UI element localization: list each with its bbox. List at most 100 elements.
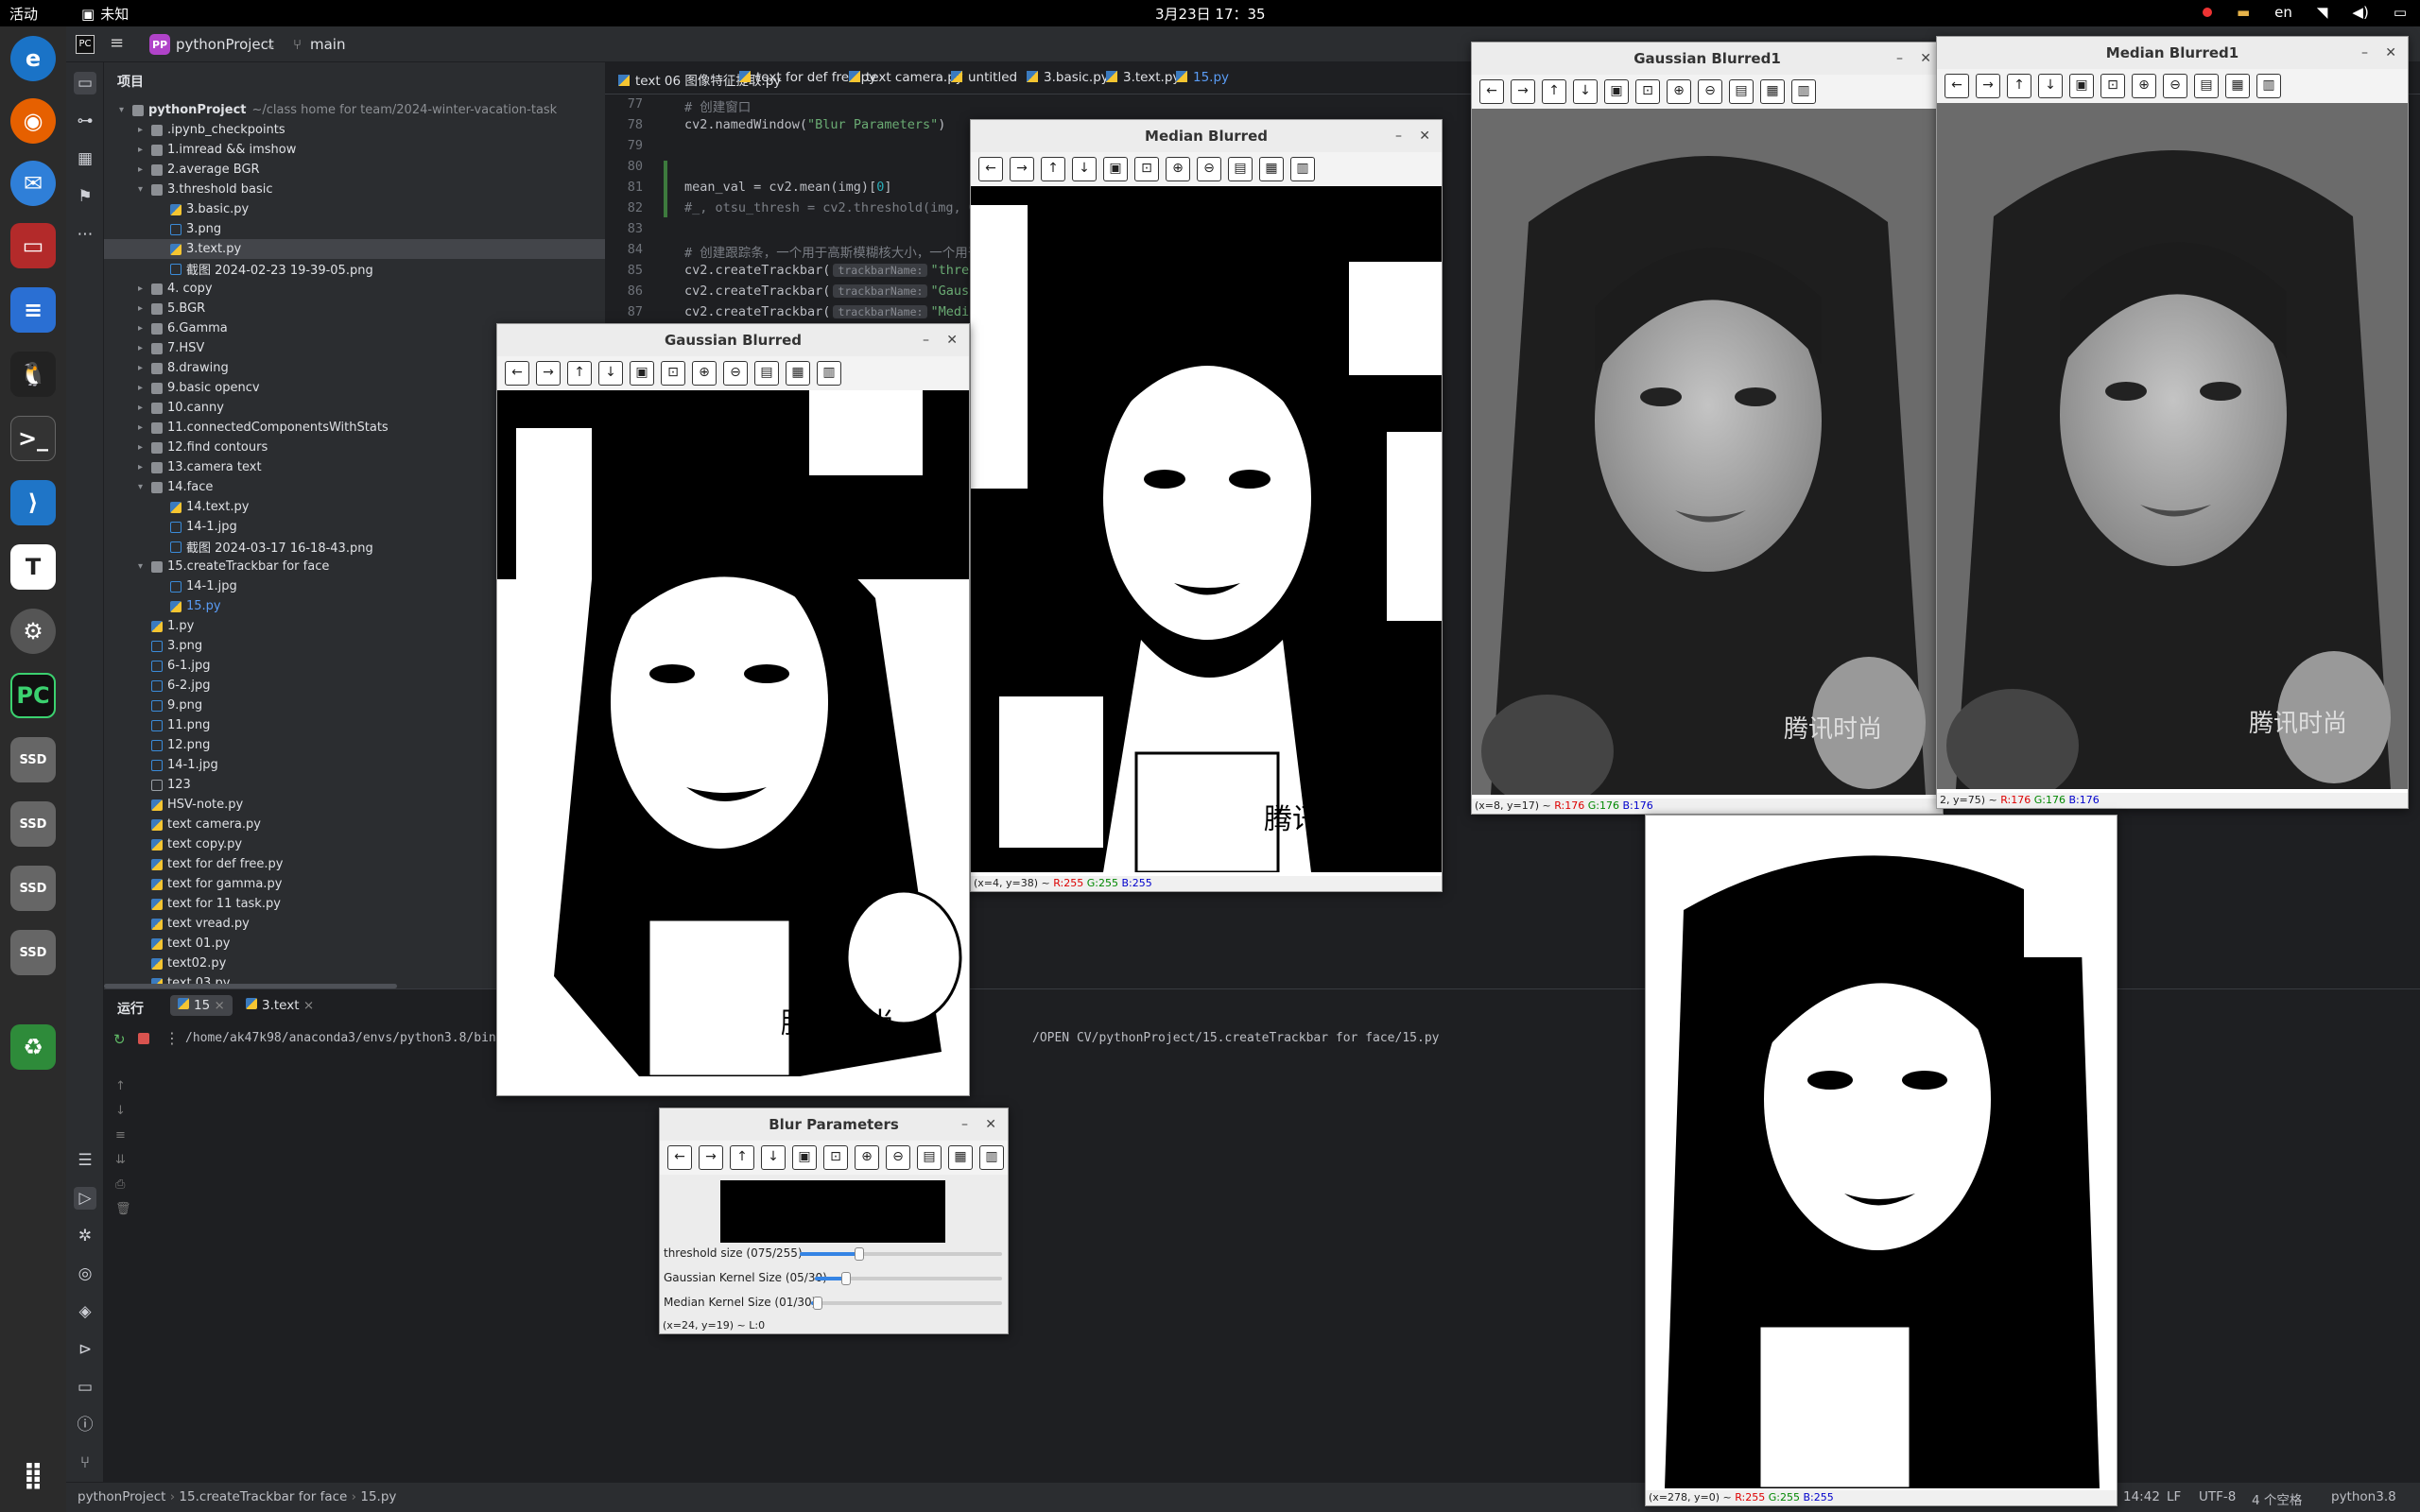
tree-item[interactable]: 3.basic.py [104,199,605,219]
settings-gear-icon[interactable]: ⚙ [10,609,56,654]
caret-position[interactable]: 14:42 [2123,1489,2160,1504]
trackbar-handle[interactable] [812,1297,822,1310]
close-icon[interactable]: × [303,998,314,1013]
trackbar[interactable] [815,1272,1002,1285]
scroll-end-icon[interactable]: ⇊ [115,1148,131,1173]
run-icon[interactable]: ▷ [74,1187,96,1210]
stop-icon[interactable] [138,1033,149,1044]
chevron-icon[interactable]: ▸ [138,363,151,373]
zoom-out-icon[interactable]: ⊖ [723,361,748,386]
arrow-down-icon[interactable]: ↓ [2038,74,2063,98]
minimize-icon[interactable]: – [1395,120,1402,152]
zoom-original-icon[interactable]: ⊡ [1635,79,1660,104]
save-icon[interactable]: ▤ [917,1145,942,1170]
properties-icon[interactable]: ▥ [979,1145,1004,1170]
zoom-out-icon[interactable]: ⊖ [1698,79,1722,104]
zoom-fit-icon[interactable]: ▣ [1604,79,1629,104]
zoom-in-icon[interactable]: ⊕ [1166,157,1190,181]
app-grid-icon[interactable]: ⣿ [10,1452,56,1497]
arrow-up-icon[interactable]: ↑ [567,361,592,386]
project-folder-icon[interactable]: ▭ [74,72,96,94]
pycharm-icon[interactable]: PC [10,673,56,718]
chevron-icon[interactable]: ▸ [138,303,151,314]
window-title[interactable]: Gaussian Blurred [497,324,969,356]
indent-setting[interactable]: 4 个空格 [2252,1489,2302,1508]
pycharm-logo-icon[interactable]: PC [76,35,95,54]
drive-ssd-icon[interactable]: SSD [10,801,56,847]
trackbar-handle[interactable] [841,1272,851,1285]
terminal-icon[interactable]: >_ [10,416,56,461]
arrow-up-icon[interactable]: ↑ [2007,74,2031,98]
interpreter[interactable]: python3.8 [2331,1489,2396,1504]
run-tab-15[interactable]: 15 × [170,995,233,1016]
typora-icon[interactable]: T [10,544,56,590]
zoom-original-icon[interactable]: ⊡ [1134,157,1159,181]
debug-icon[interactable]: ✲ [74,1225,96,1247]
median-gray-image[interactable]: 腾讯时尚 [1937,103,2408,789]
arrow-right-icon[interactable]: → [1511,79,1535,104]
arrow-right-icon[interactable]: → [1010,157,1034,181]
trash-icon[interactable]: ♻ [10,1024,56,1070]
tree-item[interactable]: 3.png [104,219,605,239]
zoom-fit-icon[interactable]: ▣ [1103,157,1128,181]
project-pane-title[interactable]: 项目 [117,72,144,91]
chevron-icon[interactable]: ▸ [138,145,151,155]
drive-ssd-icon[interactable]: SSD [10,737,56,782]
console-output[interactable]: /home/ak47k98/anaconda3/envs/python3.8/b… [185,1031,526,1045]
save-icon[interactable]: ▤ [1729,79,1754,104]
window-title[interactable]: Median Blurred1 [1937,37,2408,69]
zoom-original-icon[interactable]: ⊡ [823,1145,848,1170]
drive-ssd-icon[interactable]: SSD [10,866,56,911]
minimize-icon[interactable]: – [1896,43,1903,75]
save-icon[interactable]: ▤ [2194,74,2219,98]
soft-wrap-icon[interactable]: ≡ [115,1124,131,1148]
copy-icon[interactable]: ▦ [2225,74,2250,98]
properties-icon[interactable]: ▥ [1791,79,1816,104]
chevron-icon[interactable]: ▸ [138,284,151,294]
edge-browser-icon[interactable]: e [10,36,56,81]
chevron-icon[interactable]: ▾ [138,184,151,195]
zoom-out-icon[interactable]: ⊖ [1197,157,1221,181]
save-icon[interactable]: ▤ [754,361,779,386]
editor-tab[interactable]: 3.text.py [1106,70,1180,85]
close-icon[interactable]: ✕ [1920,43,1931,75]
chevron-icon[interactable]: ▸ [138,164,151,175]
branch-switcher[interactable]: main [310,36,345,53]
close-icon[interactable]: ✕ [2385,37,2396,69]
chevron-icon[interactable]: ▸ [138,383,151,393]
chevron-icon[interactable]: ▸ [138,343,151,353]
arrow-down-icon[interactable]: ↓ [1072,157,1097,181]
properties-icon[interactable]: ▥ [1290,157,1315,181]
app-menu[interactable]: ▣ 未知 [81,4,129,24]
tree-item[interactable]: ▸ 2.average BGR [104,160,605,180]
chevron-icon[interactable]: ▸ [138,462,151,472]
close-icon[interactable]: ✕ [1419,120,1430,152]
print-icon[interactable]: ⎙ [115,1173,131,1197]
activities-button[interactable]: 活动 [9,4,38,24]
services-icon[interactable]: ◎ [74,1263,96,1285]
zoom-original-icon[interactable]: ⊡ [2100,74,2125,98]
arrow-down-icon[interactable]: ↓ [115,1099,131,1124]
run-tab-3text[interactable]: 3.text × [246,998,314,1013]
chevron-icon[interactable]: ▸ [138,422,151,433]
save-icon[interactable]: ▤ [1228,157,1253,181]
properties-icon[interactable]: ▥ [817,361,841,386]
minimize-icon[interactable]: – [2361,37,2368,69]
chevron-icon[interactable]: ▾ [138,561,151,572]
breadcrumb-file[interactable]: 15.py [360,1489,396,1504]
arrow-right-icon[interactable]: → [1976,74,2000,98]
properties-icon[interactable]: ▥ [2256,74,2281,98]
breadcrumb-project[interactable]: pythonProject [78,1489,165,1504]
problems-icon[interactable]: ⓘ [74,1414,96,1436]
clock[interactable]: 3月23日 17：35 [1155,4,1266,24]
window-title[interactable]: Gaussian Blurred1 [1472,43,1943,75]
zoom-in-icon[interactable]: ⊕ [1667,79,1691,104]
line-separator[interactable]: LF [2167,1489,2181,1504]
minimize-icon[interactable]: – [923,324,929,356]
tree-item[interactable]: ▸ 4. copy [104,279,605,299]
copy-icon[interactable]: ▦ [948,1145,973,1170]
close-icon[interactable]: × [214,998,224,1013]
more-icon[interactable]: ⋮ [164,1029,180,1047]
structure-icon[interactable]: ▦ [74,147,96,170]
breadcrumb-folder[interactable]: 15.createTrackbar for face [179,1489,347,1504]
